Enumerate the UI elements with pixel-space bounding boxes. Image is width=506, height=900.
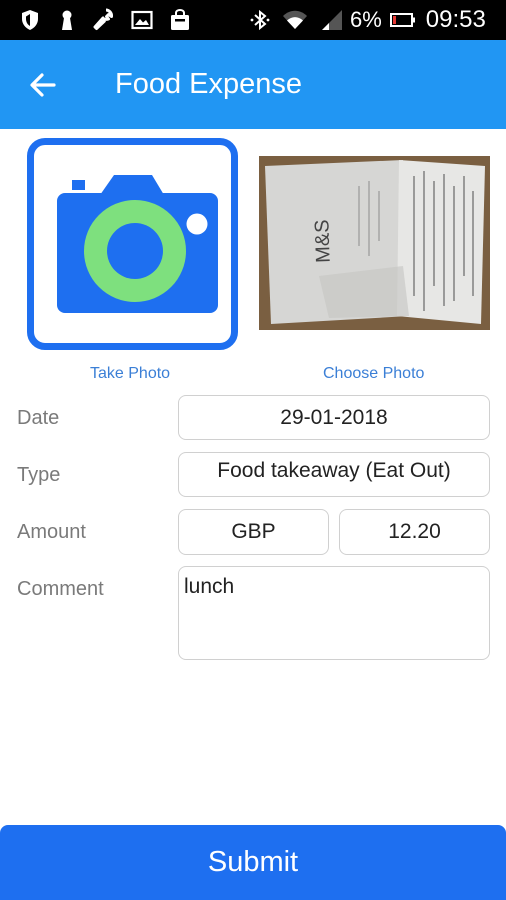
page-title: Food Expense bbox=[115, 68, 303, 100]
take-photo-link[interactable]: Take Photo bbox=[90, 365, 170, 383]
shield-icon bbox=[22, 10, 38, 30]
currency-field[interactable]: GBP bbox=[178, 509, 329, 555]
clock: 09:53 bbox=[425, 6, 486, 33]
bag-icon bbox=[171, 8, 189, 30]
take-photo-button[interactable] bbox=[27, 138, 238, 350]
wifi-icon bbox=[283, 10, 307, 29]
camera-icon bbox=[57, 175, 218, 313]
date-label: Date bbox=[17, 407, 60, 429]
screen: 6% 09:53 Food Expense M&S Take Photo Cho… bbox=[0, 0, 506, 900]
date-field[interactable]: 29-01-2018 bbox=[178, 395, 490, 440]
receipt-photo[interactable]: M&S bbox=[259, 156, 490, 330]
app-bar: Food Expense bbox=[0, 40, 506, 129]
keyhole-icon bbox=[62, 10, 72, 30]
submit-button[interactable]: Submit bbox=[0, 825, 506, 900]
comment-field[interactable]: lunch bbox=[178, 566, 490, 660]
status-right: 6% 09:53 bbox=[248, 0, 486, 40]
amount-label: Amount bbox=[17, 521, 86, 543]
battery-icon bbox=[389, 13, 415, 27]
type-field[interactable]: Food takeaway (Eat Out) bbox=[178, 452, 490, 497]
signal-icon bbox=[322, 10, 342, 30]
receipt-store-text: M&S bbox=[311, 219, 334, 263]
choose-photo-link[interactable]: Choose Photo bbox=[323, 365, 424, 383]
arrow-left-icon bbox=[30, 73, 56, 97]
wrench-icon bbox=[93, 8, 114, 30]
bluetooth-icon bbox=[250, 9, 270, 31]
type-label: Type bbox=[17, 464, 61, 486]
comment-label: Comment bbox=[17, 578, 104, 600]
battery-percent: 6% bbox=[350, 7, 382, 32]
image-icon bbox=[131, 10, 153, 30]
back-button[interactable] bbox=[18, 60, 68, 110]
status-bar: 6% 09:53 bbox=[0, 0, 506, 40]
receipt-image: M&S bbox=[259, 156, 490, 330]
amount-field[interactable]: 12.20 bbox=[339, 509, 490, 555]
